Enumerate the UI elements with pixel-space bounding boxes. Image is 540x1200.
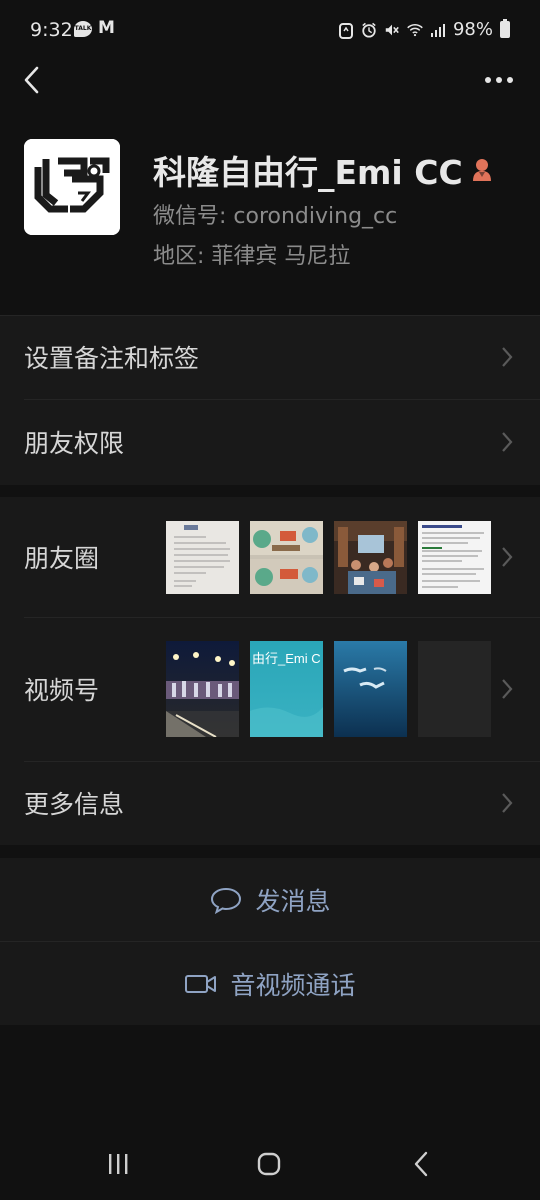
profile-name: 科隆自由行_Emi CC [153,153,463,192]
status-time: 9:32 [30,19,73,41]
kakaotalk-icon: TALK [74,20,92,37]
home-button[interactable] [249,1148,289,1180]
signal-icon [430,21,446,39]
chevron-right-icon [500,546,514,568]
moments-thumb-document[interactable] [166,521,239,594]
cell-remark-tags[interactable]: 设置备注和标签 [0,315,540,399]
contact-profile-page: 9:32 TALK M 98% 科隆自由行_Emi CC 微信号: corond… [0,0,540,1200]
video-camera-icon [184,970,218,998]
wechat-id: 微信号: corondiving_cc [153,204,398,229]
moments-thumb-screenshot[interactable] [418,521,491,594]
logo-icon [24,139,120,235]
cell-label: 更多信息 [24,790,125,819]
channels-thumb-blank[interactable] [418,641,491,737]
cell-label: 朋友圈 [24,544,100,573]
chat-bubble-icon [209,886,243,914]
channels-thumb-underwater[interactable] [334,641,407,737]
wifi-icon [407,21,423,39]
chevron-right-icon [500,792,514,814]
avatar[interactable] [24,139,120,235]
battery-percent: 98% [452,19,493,40]
cell-label: 朋友权限 [24,429,125,458]
system-back-button[interactable] [401,1148,441,1180]
cell-more-info[interactable]: 更多信息 [0,761,540,845]
system-back-icon [414,1151,428,1177]
channels-thumb-title-text: 由行_Emi C [252,651,321,666]
channels-thumb-teal-title[interactable]: 由行_Emi C [250,641,323,737]
cell-friend-permissions[interactable]: 朋友权限 [0,399,540,485]
home-icon [257,1152,281,1176]
cell-channels[interactable]: 视频号 由行_Emi C [0,617,540,761]
back-arrow-icon [24,66,39,94]
audio-video-call-button[interactable]: 音视频通话 [0,942,540,1026]
recycle-icon [338,21,354,39]
profile-name-row: 科隆自由行_Emi CC [153,146,493,194]
chevron-right-icon [500,678,514,700]
cell-label: 设置备注和标签 [24,344,200,373]
chevron-right-icon [500,346,514,368]
channels-thumb-night-street[interactable] [166,641,239,737]
cell-label: 视频号 [24,676,100,705]
send-message-label: 发消息 [255,887,331,916]
alarm-icon [361,21,377,39]
audio-video-call-label: 音视频通话 [230,971,356,1000]
moments-thumb-restaurant[interactable] [334,521,407,594]
status-bar: 9:32 TALK M 98% [0,0,540,60]
moments-thumb-banner[interactable] [250,521,323,594]
cell-moments[interactable]: 朋友圈 [0,497,540,617]
notification-icons: TALK M [74,20,115,37]
moments-thumbnails [166,521,491,594]
actions-group: 发消息 音视频通话 [0,858,540,1025]
battery-icon [500,19,510,38]
more-dots-icon [485,77,513,83]
female-icon [471,157,493,183]
system-status-icons: 98% [338,19,510,40]
settings-group: 设置备注和标签 朋友权限 [0,315,540,485]
recent-apps-button[interactable] [98,1148,138,1180]
channels-thumbnails: 由行_Emi C [166,641,491,737]
chevron-right-icon [500,431,514,453]
content-group: 朋友圈 视频号 由行_Emi C 更多信息 [0,497,540,845]
gmail-icon: M [98,18,115,38]
back-button[interactable] [14,62,48,98]
send-message-button[interactable]: 发消息 [0,858,540,942]
more-button[interactable] [482,64,516,96]
region: 地区: 菲律宾 马尼拉 [153,244,351,269]
recent-apps-icon [109,1154,128,1174]
mute-icon [384,21,400,39]
system-navigation-bar [0,1130,540,1200]
